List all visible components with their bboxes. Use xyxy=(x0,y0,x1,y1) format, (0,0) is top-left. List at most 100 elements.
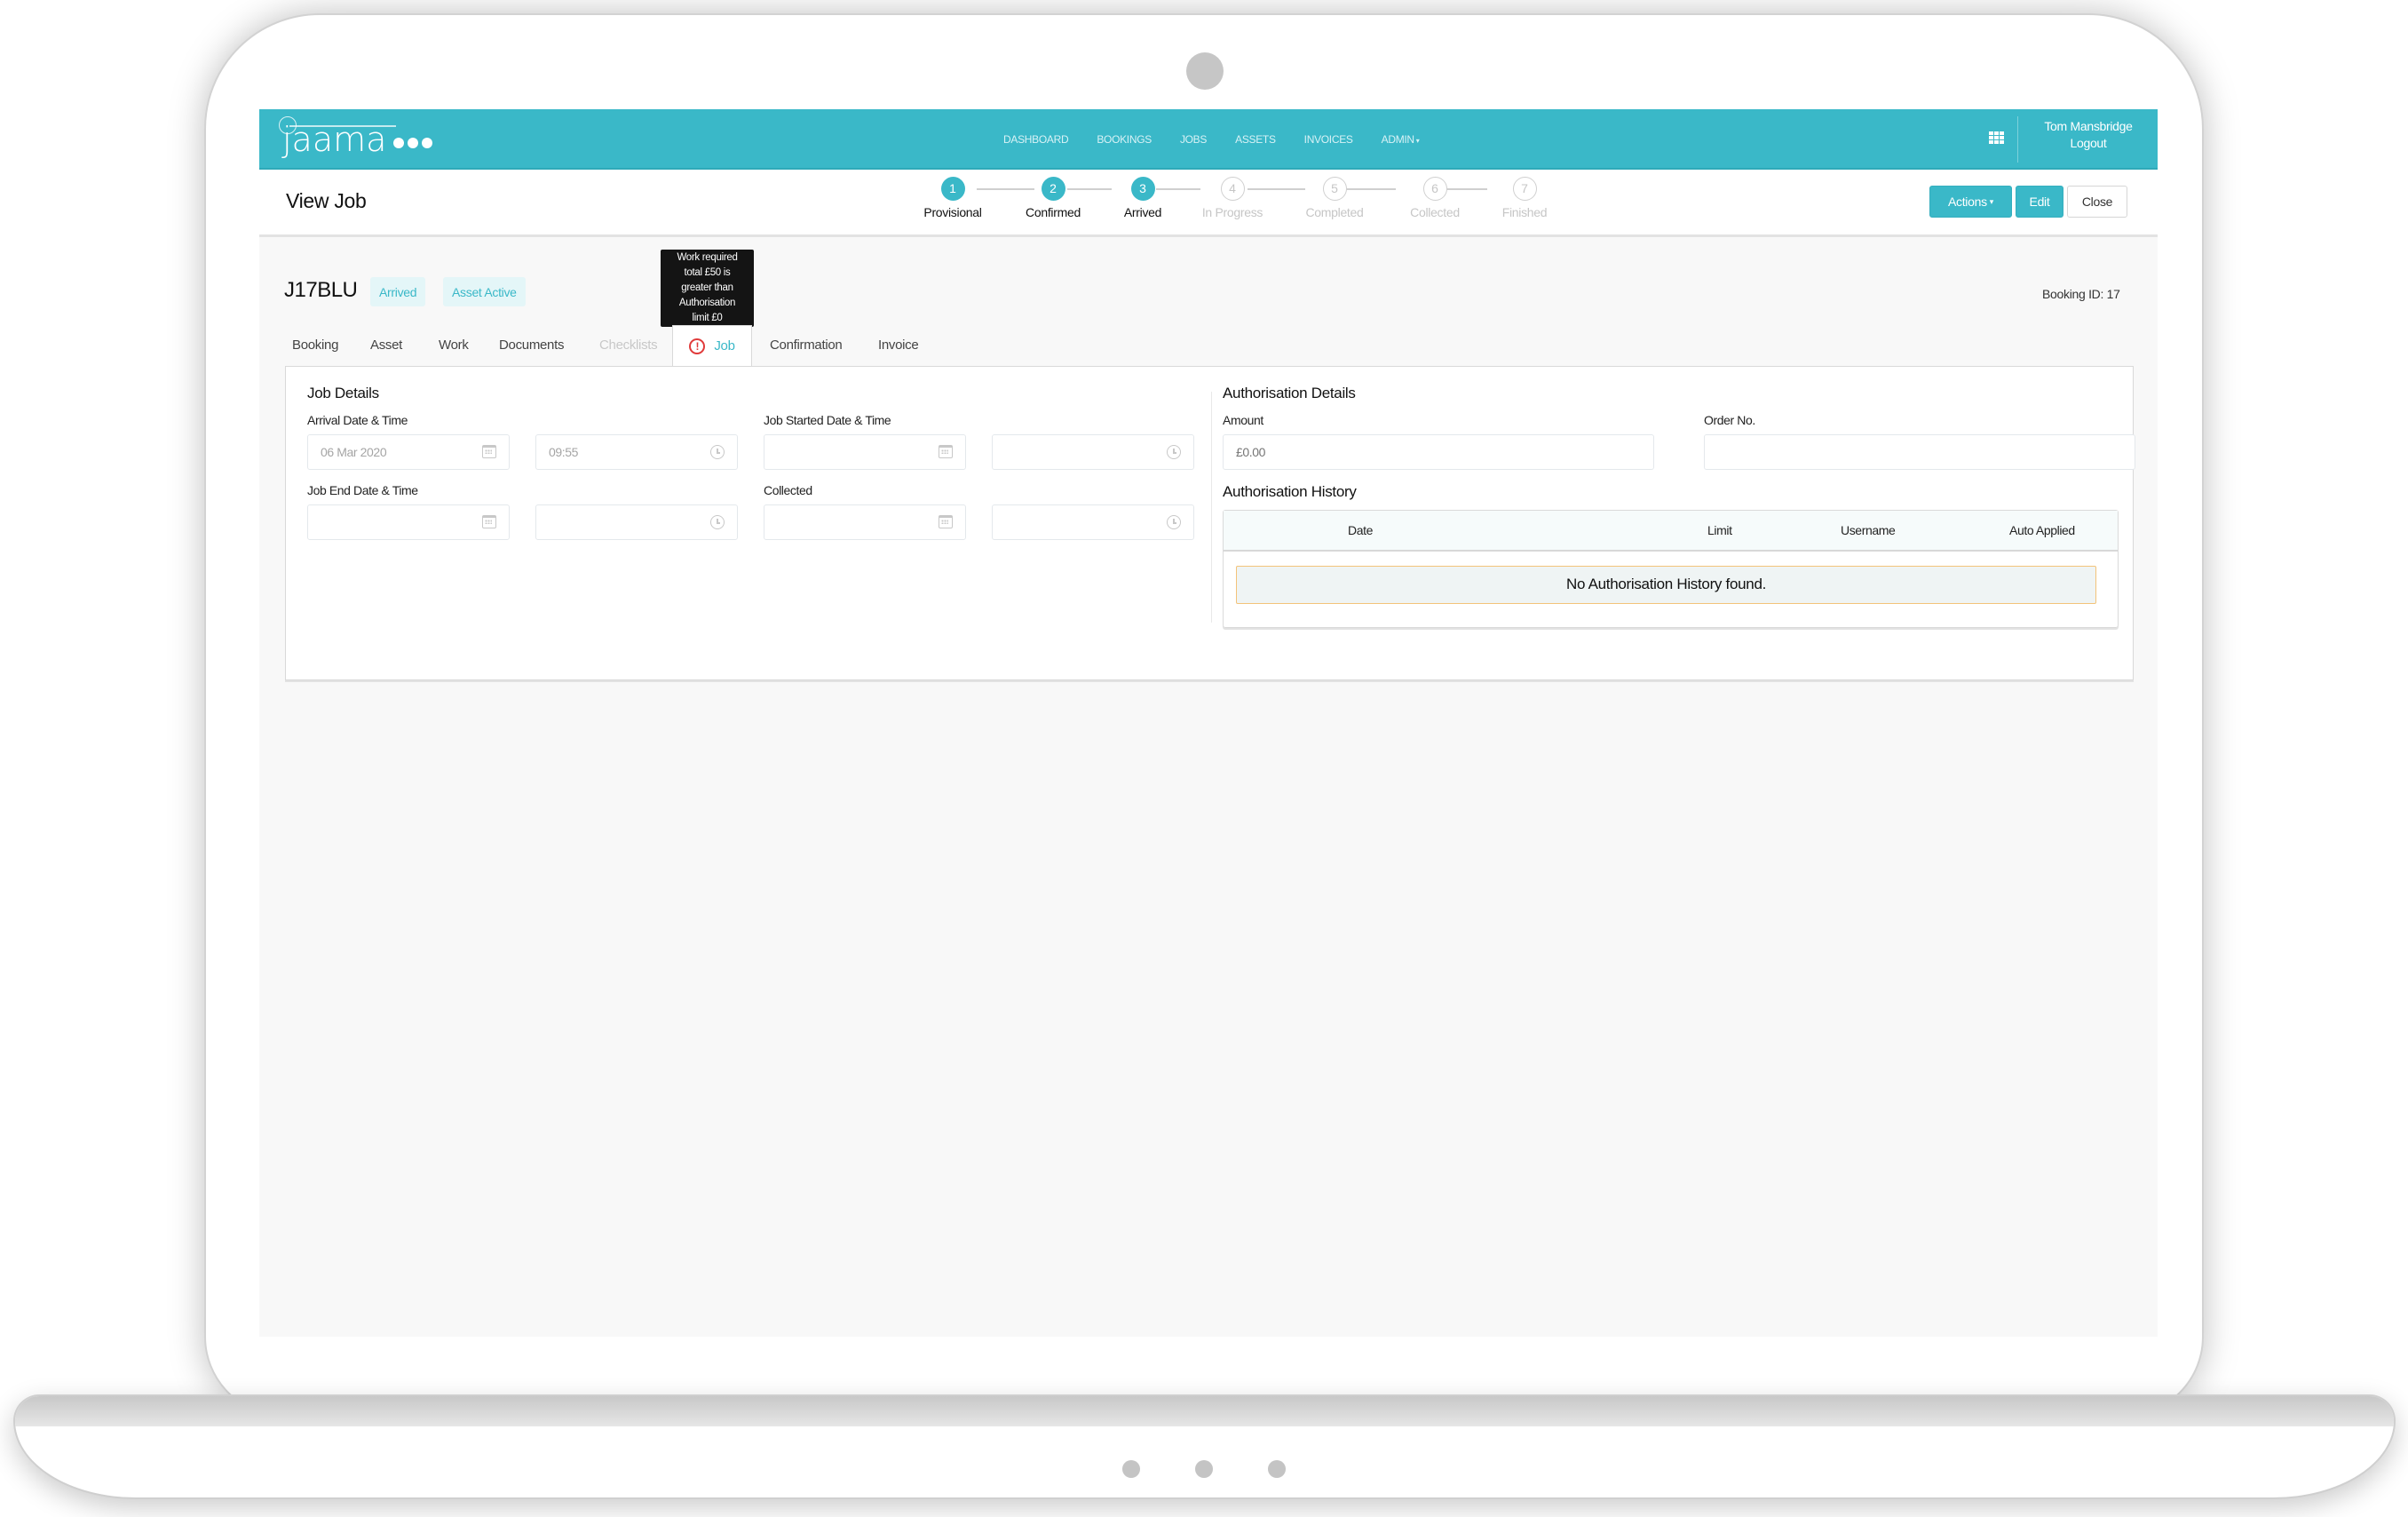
nav-jobs[interactable]: JOBS xyxy=(1180,133,1207,146)
step-number: 7 xyxy=(1512,177,1537,201)
tab-documents[interactable]: Documents xyxy=(499,325,564,364)
amount-input[interactable] xyxy=(1223,434,1654,470)
job-tab-panel: Job Details Arrival Date & Time 06 Mar 2… xyxy=(285,366,2135,680)
tab-asset[interactable]: Asset xyxy=(370,325,402,364)
step-arrived: 3 Arrived xyxy=(1098,177,1187,219)
tab-confirmation[interactable]: Confirmation xyxy=(770,325,843,364)
step-label: Arrived xyxy=(1123,205,1162,219)
calendar-icon[interactable] xyxy=(482,445,496,458)
step-collected: 6 Collected xyxy=(1390,177,1479,219)
empty-state-message: No Authorisation History found. xyxy=(1236,566,2096,604)
order-no-label: Order No. xyxy=(1704,413,1755,427)
nav-assets[interactable]: ASSETS xyxy=(1235,133,1276,146)
step-label: Provisional xyxy=(923,205,982,219)
clock-icon[interactable] xyxy=(710,515,725,529)
authorisation-history-table: Date Limit Username Auto Applied No Auth… xyxy=(1223,510,2119,628)
tab-invoice[interactable]: Invoice xyxy=(878,325,919,364)
job-started-label: Job Started Date & Time xyxy=(764,413,891,427)
step-finished: 7 Finished xyxy=(1480,177,1569,219)
step-number: 1 xyxy=(940,177,965,201)
step-number: 3 xyxy=(1130,177,1155,201)
laptop-base-hinge xyxy=(15,1396,2394,1426)
camera-icon xyxy=(1186,52,1224,90)
clock-icon[interactable] xyxy=(710,445,725,459)
nav-invoices[interactable]: INVOICES xyxy=(1304,133,1353,146)
tooltip-line: Authorisation xyxy=(678,298,736,308)
step-label: Finished xyxy=(1501,205,1548,219)
nav-admin[interactable]: ADMIN ▾ xyxy=(1382,133,1420,146)
authorisation-warning-tooltip: Work required total £50 is greater than … xyxy=(661,250,754,332)
actions-label: Actions xyxy=(1947,195,1987,209)
job-started-date-input[interactable] xyxy=(764,434,966,470)
tab-checklists: Checklists xyxy=(599,337,658,353)
order-no-input[interactable] xyxy=(1704,434,2135,470)
calendar-icon[interactable] xyxy=(482,515,496,528)
nav-dashboard[interactable]: DASHBOARD xyxy=(1003,133,1069,146)
collected-date-input[interactable] xyxy=(764,504,966,540)
arrival-label: Arrival Date & Time xyxy=(307,413,408,427)
tab-work[interactable]: Work xyxy=(439,325,469,364)
edit-button[interactable]: Edit xyxy=(2016,186,2063,218)
tooltip-line: Work required xyxy=(677,252,738,263)
arrival-date-input[interactable]: 06 Mar 2020 xyxy=(307,434,510,470)
logo-dots-icon xyxy=(393,138,433,148)
app-screen: jaama DASHBOARD BOOKINGS JOBS ASSETS INV… xyxy=(259,109,2158,1337)
close-button[interactable]: Close xyxy=(2067,186,2127,218)
clock-icon[interactable] xyxy=(1167,515,1181,529)
job-started-time-input[interactable] xyxy=(992,434,1194,470)
arrival-time-input[interactable]: 09:55 xyxy=(535,434,738,470)
tab-job-label: Job xyxy=(714,338,735,353)
job-end-time-input[interactable] xyxy=(535,504,738,540)
collected-time-input[interactable] xyxy=(992,504,1194,540)
column-header-username[interactable]: Username xyxy=(1841,523,1896,537)
top-navbar: jaama DASHBOARD BOOKINGS JOBS ASSETS INV… xyxy=(259,109,2158,170)
base-dot-icon xyxy=(1122,1460,1140,1478)
tab-booking[interactable]: Booking xyxy=(292,325,338,364)
tab-job[interactable]: ! Job xyxy=(672,325,752,366)
nav-bookings[interactable]: BOOKINGS xyxy=(1097,133,1152,146)
calendar-icon[interactable] xyxy=(939,515,953,528)
column-header-auto-applied[interactable]: Auto Applied xyxy=(2009,523,2075,537)
tooltip-line: limit £0 xyxy=(692,313,723,323)
job-details-title: Job Details xyxy=(307,385,379,401)
laptop-base xyxy=(13,1394,2396,1499)
actions-dropdown-button[interactable]: Actions ▾ xyxy=(1929,186,2012,218)
nav-admin-label: ADMIN xyxy=(1381,133,1414,146)
step-number: 5 xyxy=(1322,177,1347,201)
apps-grid-icon[interactable] xyxy=(1989,131,2004,145)
arrival-time-value: 09:55 xyxy=(549,445,579,459)
step-confirmed: 2 Confirmed xyxy=(1009,177,1097,219)
column-header-limit[interactable]: Limit xyxy=(1707,523,1732,537)
tooltip-line: greater than xyxy=(681,282,733,293)
caret-down-icon: ▾ xyxy=(1989,196,1994,206)
step-completed: 5 Completed xyxy=(1290,177,1379,219)
status-badge: Arrived xyxy=(370,277,426,306)
column-header-date[interactable]: Date xyxy=(1348,523,1373,537)
user-menu: Tom Mansbridge Logout xyxy=(2026,118,2151,152)
logout-link[interactable]: Logout xyxy=(2026,135,2151,152)
table-header: Date Limit Username Auto Applied xyxy=(1224,511,2118,552)
collected-label: Collected xyxy=(764,483,812,497)
clock-icon[interactable] xyxy=(1167,445,1181,459)
step-label: Collected xyxy=(1410,205,1460,219)
user-name: Tom Mansbridge xyxy=(2044,119,2133,133)
base-dot-icon xyxy=(1268,1460,1286,1478)
amount-label: Amount xyxy=(1223,413,1263,427)
arrival-date-value: 06 Mar 2020 xyxy=(321,445,387,459)
brand-logo[interactable]: jaama xyxy=(279,115,433,164)
step-in-progress: 4 In Progress xyxy=(1188,177,1277,219)
tooltip-line: total £50 is xyxy=(684,267,731,278)
nav-divider xyxy=(2017,116,2018,163)
job-end-label: Job End Date & Time xyxy=(307,483,418,497)
column-divider xyxy=(1211,392,1212,623)
calendar-icon[interactable] xyxy=(939,445,953,458)
main-nav: DASHBOARD BOOKINGS JOBS ASSETS INVOICES … xyxy=(1003,109,1448,170)
page-title: View Job xyxy=(286,189,367,212)
brand-name: jaama xyxy=(282,120,387,159)
booking-id: Booking ID: 17 xyxy=(2042,287,2120,301)
job-end-date-input[interactable] xyxy=(307,504,510,540)
authorisation-history-title: Authorisation History xyxy=(1223,483,1357,500)
step-label: Confirmed xyxy=(1026,205,1081,219)
vehicle-registration: J17BLU xyxy=(284,278,358,302)
step-number: 6 xyxy=(1422,177,1447,201)
